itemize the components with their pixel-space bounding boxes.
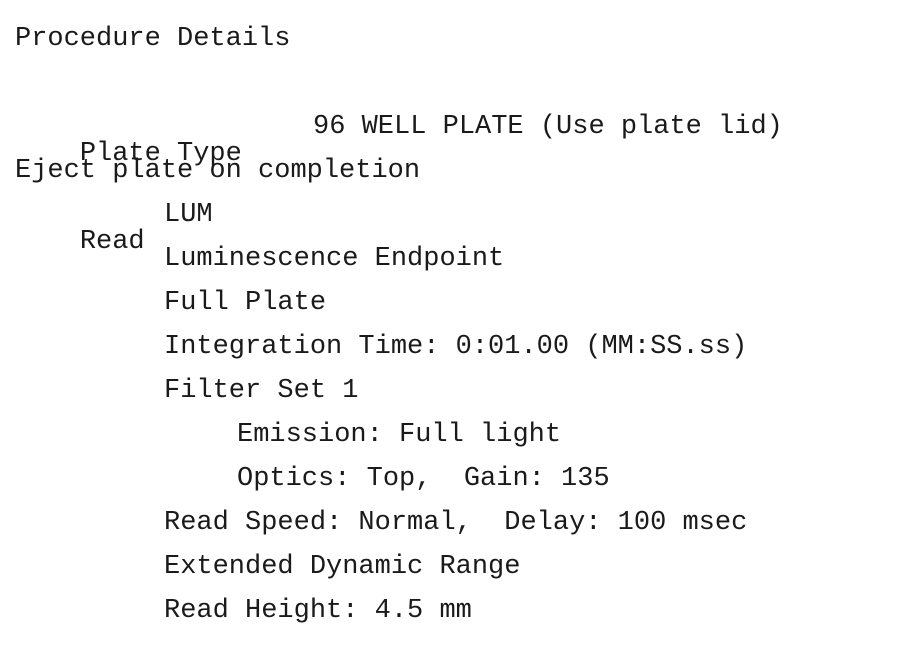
- read-mode: LUM: [164, 200, 213, 230]
- read-row: Read LUM: [15, 202, 213, 256]
- read-speed-delay: Read Speed: Normal, Delay: 100 msec: [164, 508, 748, 538]
- plate-type-value: 96 WELL PLATE (Use plate lid): [313, 112, 783, 142]
- filter-set: Filter Set 1: [164, 376, 359, 406]
- procedure-details-document: Procedure Details Plate Type 96 WELL PLA…: [0, 0, 920, 658]
- dynamic-range: Extended Dynamic Range: [164, 552, 521, 582]
- emission-setting: Emission: Full light: [237, 420, 562, 450]
- read-label: Read: [79, 227, 145, 257]
- read-height: Read Height: 4.5 mm: [164, 596, 472, 626]
- read-area: Full Plate: [164, 288, 327, 318]
- optics-gain-setting: Optics: Top, Gain: 135: [237, 464, 610, 494]
- plate-type-row: Plate Type 96 WELL PLATE (Use plate lid): [15, 114, 783, 168]
- integration-time: Integration Time: 0:01.00 (MM:SS.ss): [164, 332, 748, 362]
- read-method: Luminescence Endpoint: [164, 244, 505, 274]
- page-title: Procedure Details: [15, 24, 291, 54]
- eject-plate-text: Eject plate on completion: [15, 156, 421, 186]
